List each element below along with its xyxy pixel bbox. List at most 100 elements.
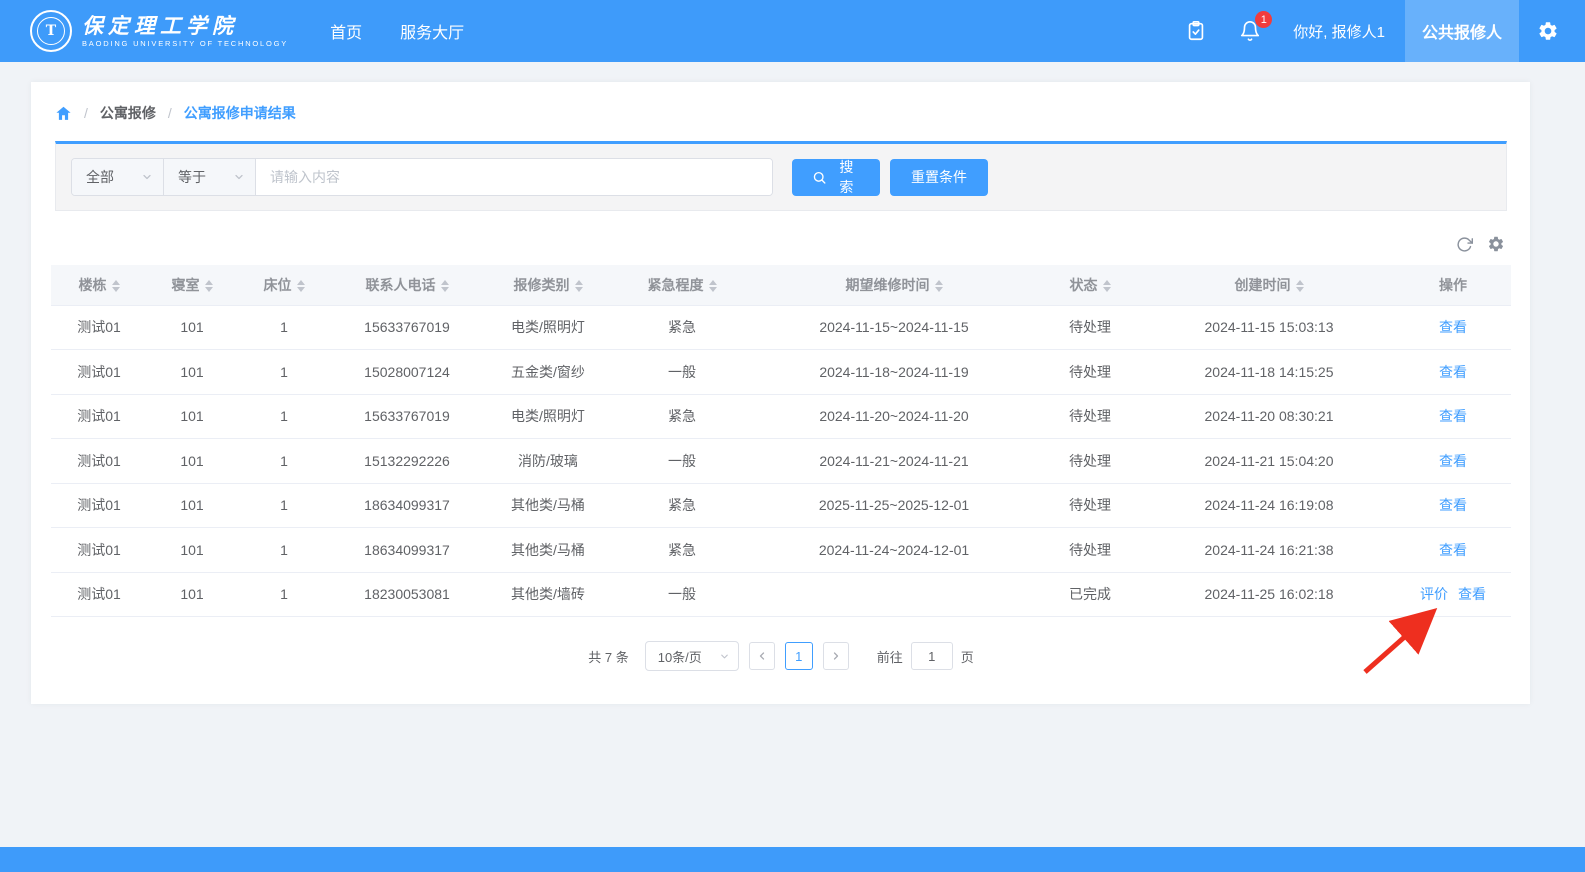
role-tab-public-repairer[interactable]: 公共报修人 (1405, 0, 1519, 62)
breadcrumb-home-icon[interactable] (55, 105, 72, 122)
operator-select-value: 等于 (178, 167, 206, 187)
view-link[interactable]: 查看 (1458, 586, 1486, 602)
notification-count-badge: 1 (1255, 11, 1272, 28)
university-seal-icon: T (30, 10, 72, 52)
evaluate-link[interactable]: 评价 (1420, 586, 1448, 602)
cell-status: 待处理 (1037, 528, 1143, 573)
search-input[interactable] (256, 159, 772, 195)
cell-building: 测试01 (51, 439, 147, 484)
cell-urgency: 紧急 (613, 483, 751, 528)
table-header-row: 楼栋 寝室 床位 联系人电话 报修类别 紧急程度 期望维修时间 状态 创建时间 … (51, 265, 1511, 305)
cell-phone: 15132292226 (331, 439, 483, 484)
cell-category: 五金类/窗纱 (483, 350, 613, 395)
column-header-created-at[interactable]: 创建时间 (1143, 265, 1395, 305)
cell-phone: 18634099317 (331, 528, 483, 573)
view-link[interactable]: 查看 (1439, 364, 1467, 380)
table-row: 测试01 101 1 18230053081 其他类/墙砖 一般 已完成 202… (51, 572, 1511, 617)
cell-room: 101 (147, 305, 237, 350)
column-header-building[interactable]: 楼栋 (51, 265, 147, 305)
cell-created-at: 2024-11-15 15:03:13 (1143, 305, 1395, 350)
column-settings-gear-icon[interactable] (1487, 235, 1505, 253)
field-select[interactable]: 全部 (72, 159, 164, 195)
cell-expected-time: 2024-11-21~2024-11-21 (751, 439, 1037, 484)
cell-building: 测试01 (51, 350, 147, 395)
breadcrumb-item-apartment-repair[interactable]: 公寓报修 (100, 103, 156, 123)
cell-status: 待处理 (1037, 305, 1143, 350)
notifications-bell-icon[interactable]: 1 (1239, 20, 1261, 42)
view-link[interactable]: 查看 (1439, 319, 1467, 335)
cell-expected-time: 2025-11-25~2025-12-01 (751, 483, 1037, 528)
cell-bed: 1 (237, 350, 331, 395)
university-name-en: BAODING UNIVERSITY OF TECHNOLOGY (82, 40, 288, 48)
column-header-room[interactable]: 寝室 (147, 265, 237, 305)
cell-room: 101 (147, 572, 237, 617)
column-header-bed[interactable]: 床位 (237, 265, 331, 305)
cell-urgency: 一般 (613, 439, 751, 484)
prev-page-button[interactable] (749, 642, 775, 670)
footer-bar (0, 847, 1585, 872)
breadcrumb: / 公寓报修 / 公寓报修申请结果 (51, 82, 1511, 141)
cell-expected-time: 2024-11-20~2024-11-20 (751, 394, 1037, 439)
column-header-category[interactable]: 报修类别 (483, 265, 613, 305)
university-name: 保定理工学院 (82, 14, 288, 37)
cell-category: 电类/照明灯 (483, 305, 613, 350)
logo-text: 保定理工学院 BAODING UNIVERSITY OF TECHNOLOGY (82, 14, 288, 48)
view-link[interactable]: 查看 (1439, 408, 1467, 424)
cell-phone: 15633767019 (331, 394, 483, 439)
column-header-urgency[interactable]: 紧急程度 (613, 265, 751, 305)
search-button[interactable]: 搜索 (792, 159, 880, 196)
column-header-phone[interactable]: 联系人电话 (331, 265, 483, 305)
cell-created-at: 2024-11-21 15:04:20 (1143, 439, 1395, 484)
cell-category: 消防/玻璃 (483, 439, 613, 484)
university-logo[interactable]: T 保定理工学院 BAODING UNIVERSITY OF TECHNOLOG… (30, 10, 288, 52)
search-filter-bar: 全部 等于 搜索 重置条件 (55, 141, 1507, 211)
goto-label: 前往 (877, 647, 903, 666)
view-link[interactable]: 查看 (1439, 542, 1467, 558)
nav-item-home[interactable]: 首页 (330, 19, 362, 43)
cell-bed: 1 (237, 305, 331, 350)
cell-urgency: 一般 (613, 350, 751, 395)
sort-caret-icon[interactable] (112, 280, 120, 292)
sort-caret-icon[interactable] (709, 280, 717, 292)
column-header-expected-time[interactable]: 期望维修时间 (751, 265, 1037, 305)
sort-caret-icon[interactable] (205, 280, 213, 292)
reset-conditions-button[interactable]: 重置条件 (890, 159, 988, 196)
table-row: 测试01 101 1 15633767019 电类/照明灯 紧急 2024-11… (51, 394, 1511, 439)
sort-caret-icon[interactable] (1296, 280, 1304, 292)
goto-page-input[interactable] (911, 642, 953, 670)
cell-bed: 1 (237, 528, 331, 573)
column-header-status[interactable]: 状态 (1037, 265, 1143, 305)
view-link[interactable]: 查看 (1439, 497, 1467, 513)
operator-select[interactable]: 等于 (164, 159, 256, 195)
page-number-button[interactable]: 1 (785, 642, 813, 670)
field-select-value: 全部 (86, 167, 114, 187)
cell-category: 电类/照明灯 (483, 394, 613, 439)
tasks-clipboard-icon[interactable] (1185, 20, 1207, 42)
cell-urgency: 紧急 (613, 394, 751, 439)
cell-building: 测试01 (51, 483, 147, 528)
sort-caret-icon[interactable] (297, 280, 305, 292)
refresh-icon[interactable] (1456, 236, 1473, 253)
sort-caret-icon[interactable] (575, 280, 583, 292)
cell-created-at: 2024-11-18 14:15:25 (1143, 350, 1395, 395)
sort-caret-icon[interactable] (935, 280, 943, 292)
chevron-right-icon (830, 650, 842, 662)
cell-created-at: 2024-11-24 16:19:08 (1143, 483, 1395, 528)
cell-urgency: 紧急 (613, 305, 751, 350)
cell-building: 测试01 (51, 394, 147, 439)
cell-expected-time: 2024-11-18~2024-11-19 (751, 350, 1037, 395)
page-size-select[interactable]: 10条/页 (645, 641, 739, 671)
page-size-value: 10条/页 (658, 647, 702, 666)
cell-room: 101 (147, 483, 237, 528)
cell-category: 其他类/马桶 (483, 483, 613, 528)
repair-requests-table: 楼栋 寝室 床位 联系人电话 报修类别 紧急程度 期望维修时间 状态 创建时间 … (51, 265, 1511, 617)
sort-caret-icon[interactable] (441, 280, 449, 292)
search-button-label: 搜索 (833, 157, 860, 197)
cell-created-at: 2024-11-20 08:30:21 (1143, 394, 1395, 439)
view-link[interactable]: 查看 (1439, 453, 1467, 469)
sort-caret-icon[interactable] (1103, 280, 1111, 292)
nav-item-service-hall[interactable]: 服务大厅 (400, 19, 464, 43)
settings-gear-icon[interactable] (1537, 20, 1559, 42)
next-page-button[interactable] (823, 642, 849, 670)
table-row: 测试01 101 1 15132292226 消防/玻璃 一般 2024-11-… (51, 439, 1511, 484)
